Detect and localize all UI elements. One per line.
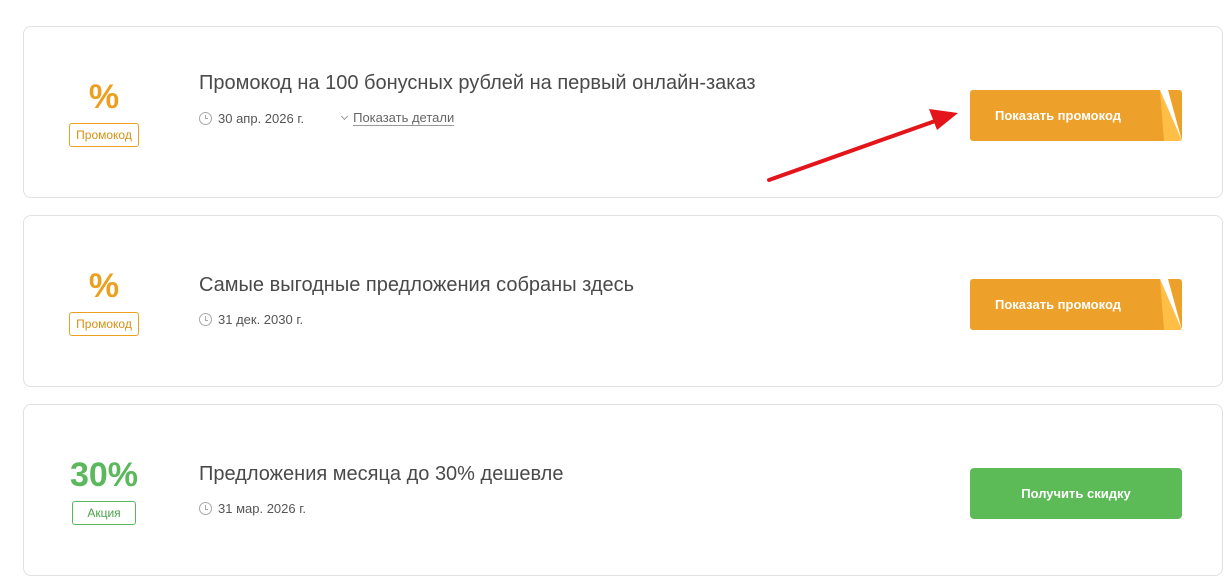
chevron-down-icon: [341, 112, 349, 120]
offer-value: %: [88, 78, 120, 116]
clock-icon: [199, 502, 212, 515]
offer-badge: 30% Акция: [64, 405, 144, 575]
offer-value: %: [88, 267, 120, 305]
show-promocode-button[interactable]: Показать промокод: [970, 279, 1182, 330]
offer-card: 30% Акция Предложения месяца до 30% деше…: [23, 404, 1223, 576]
offer-card: % Промокод Самые выгодные предложения со…: [23, 215, 1223, 387]
corner-fold-icon: [1160, 279, 1182, 330]
offer-value: 30%: [69, 456, 139, 494]
offer-type-tag: Акция: [72, 501, 136, 525]
show-promocode-button[interactable]: Показать промокод: [970, 90, 1182, 141]
offer-meta: 31 дек. 2030 г.: [199, 312, 759, 327]
get-discount-button[interactable]: Получить скидку: [970, 468, 1182, 519]
show-details-label: Показать детали: [353, 110, 455, 126]
corner-fold-icon: [1160, 90, 1182, 141]
offer-info: Предложения месяца до 30% дешевле 31 мар…: [199, 462, 759, 516]
offer-type-tag: Промокод: [69, 312, 139, 336]
offer-meta: 30 апр. 2026 г. Показать детали: [199, 110, 759, 126]
show-details-link[interactable]: Показать детали: [341, 110, 455, 126]
offer-expiry-date: 31 дек. 2030 г.: [218, 312, 304, 327]
clock-icon: [199, 111, 212, 125]
offer-card: % Промокод Промокод на 100 бонусных рубл…: [23, 26, 1223, 198]
offer-expiry-date: 31 мар. 2026 г.: [218, 501, 306, 516]
offer-badge: % Промокод: [64, 216, 144, 386]
offer-badge: % Промокод: [64, 27, 144, 197]
offer-title: Самые выгодные предложения собраны здесь: [199, 274, 635, 296]
offer-expiry-date: 30 апр. 2026 г.: [218, 110, 305, 126]
offer-meta: 31 мар. 2026 г.: [199, 501, 759, 516]
clock-icon: [199, 313, 212, 326]
show-promocode-label: Показать промокод: [995, 297, 1121, 312]
offer-info: Промокод на 100 бонусных рублей на первы…: [199, 71, 759, 126]
offer-type-tag: Промокод: [69, 123, 139, 147]
offer-title: Предложения месяца до 30% дешевле: [199, 463, 564, 485]
offer-title: Промокод на 100 бонусных рублей на первы…: [199, 72, 756, 94]
show-promocode-label: Показать промокод: [995, 108, 1121, 123]
offer-info: Самые выгодные предложения собраны здесь…: [199, 273, 759, 327]
